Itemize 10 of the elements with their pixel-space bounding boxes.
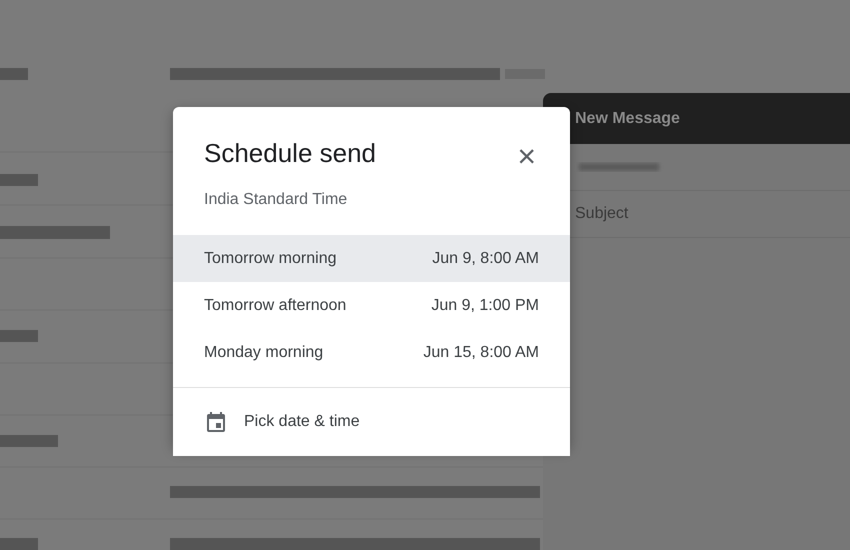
schedule-option[interactable]: Tomorrow morning Jun 9, 8:00 AM	[173, 235, 570, 282]
pick-date-time-button[interactable]: Pick date & time	[173, 388, 570, 456]
subject-label: Subject	[575, 204, 628, 224]
calendar-icon	[204, 410, 228, 434]
close-button[interactable]: ×	[513, 140, 540, 172]
schedule-option[interactable]: Tomorrow afternoon Jun 9, 1:00 PM	[173, 282, 570, 329]
compose-title: New Message	[575, 108, 680, 128]
dialog-title: Schedule send	[204, 140, 376, 166]
timezone-label: India Standard Time	[204, 191, 348, 208]
schedule-option[interactable]: Monday morning Jun 15, 8:00 AM	[173, 329, 570, 376]
